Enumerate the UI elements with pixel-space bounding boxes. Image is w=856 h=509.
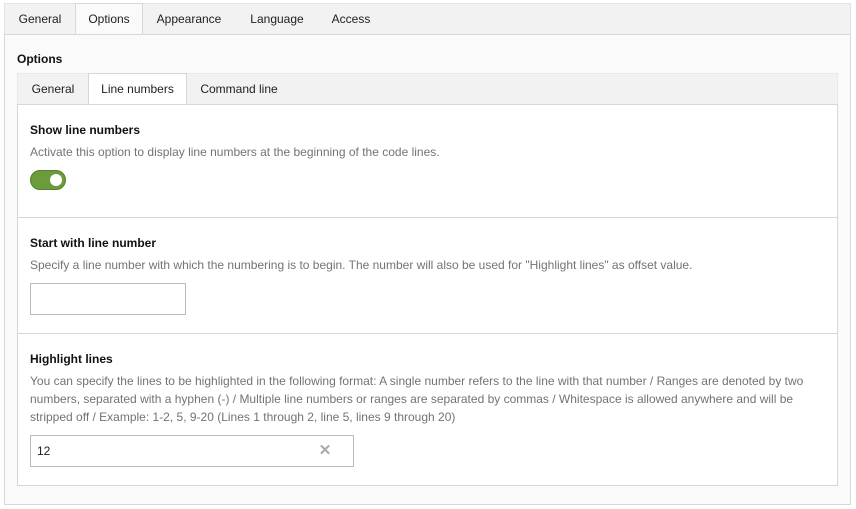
highlight-lines-description: You can specify the lines to be highligh…	[30, 374, 804, 424]
options-panel: Options General Line numbers Command lin…	[4, 34, 851, 505]
line-numbers-panel: Show line numbers Activate this option t…	[17, 104, 838, 486]
show-line-numbers-description: Activate this option to display line num…	[30, 145, 440, 159]
inner-tab-bar: General Line numbers Command line	[17, 73, 838, 106]
highlight-lines-label: Highlight lines	[30, 352, 113, 366]
tab-access[interactable]: Access	[319, 4, 383, 36]
start-line-number-input[interactable]	[30, 283, 186, 315]
inner-tab-general[interactable]: General	[18, 74, 88, 106]
highlight-lines-input[interactable]	[30, 435, 354, 467]
show-line-numbers-toggle[interactable]	[30, 170, 66, 190]
tab-options[interactable]: Options	[75, 3, 143, 36]
highlight-lines-group: Highlight lines You can specify the line…	[18, 334, 837, 486]
outer-tab-bar: General Options Appearance Language Acce…	[4, 3, 851, 36]
toggle-knob	[50, 174, 62, 186]
start-line-number-description: Specify a line number with which the num…	[30, 258, 693, 272]
tab-language[interactable]: Language	[235, 4, 319, 36]
section-title: Options	[17, 52, 63, 66]
inner-tab-command-line[interactable]: Command line	[187, 74, 291, 106]
inner-tab-line-numbers[interactable]: Line numbers	[88, 73, 187, 106]
tab-general[interactable]: General	[5, 4, 75, 36]
show-line-numbers-group: Show line numbers Activate this option t…	[18, 105, 837, 218]
close-icon[interactable]: ✕	[318, 443, 332, 458]
tab-appearance[interactable]: Appearance	[143, 4, 235, 36]
show-line-numbers-label: Show line numbers	[30, 123, 141, 137]
start-line-number-label: Start with line number	[30, 236, 157, 250]
start-line-number-group: Start with line number Specify a line nu…	[18, 218, 837, 334]
